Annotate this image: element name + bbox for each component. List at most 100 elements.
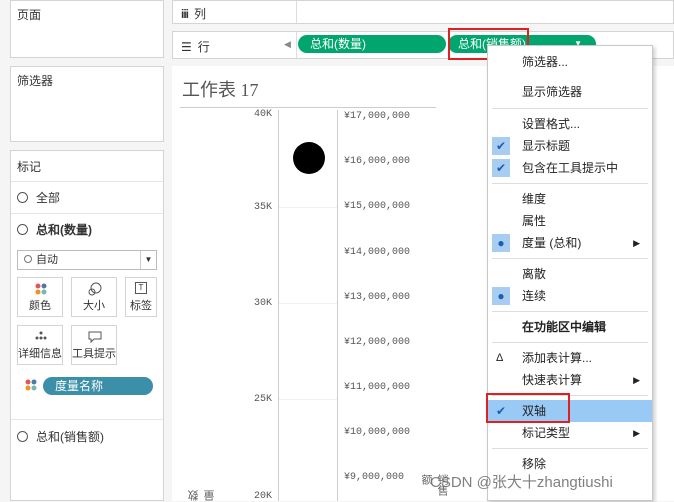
left-tick: 30K — [253, 298, 272, 309]
pages-panel: 页面 — [10, 0, 164, 58]
columns-shelf[interactable]: iii 列 — [172, 0, 674, 24]
submenu-arrow-icon: ▶ — [633, 375, 640, 385]
pane — [278, 110, 338, 501]
tooltip-label: 工具提示 — [72, 348, 116, 360]
rows-label: ☰ 行 — [181, 38, 210, 55]
submenu-arrow-icon: ▶ — [633, 428, 640, 438]
color-label: 颜色 — [29, 300, 51, 312]
data-point[interactable] — [293, 142, 325, 174]
menu-filter[interactable]: 筛选器... — [488, 51, 652, 73]
marks-all-label: 全部 — [36, 191, 61, 205]
menu-show-filter-label: 显示筛选器 — [522, 85, 583, 99]
check-icon: ✔ — [492, 159, 510, 177]
right-tick: ¥14,000,000 — [344, 247, 411, 258]
radio-icon — [17, 431, 28, 442]
marks-panel: 标记 全部 总和(数量) 自动 ▼ 颜色 大小 T 标签 详细信息 工具提示 度… — [10, 150, 164, 501]
menu-attribute-label: 属性 — [522, 214, 547, 228]
menu-quick-table-calc-label: 快速表计算 — [522, 373, 583, 387]
right-tick: ¥9,000,000 — [344, 472, 405, 483]
watermark: CSDN @张大十zhangtiushi — [430, 474, 613, 491]
right-tick: ¥17,000,000 — [344, 111, 411, 122]
drop-arrow-icon: ◀ — [284, 39, 291, 49]
rows-text: 行 — [197, 40, 210, 54]
gridline — [279, 207, 337, 208]
menu-add-table-calc[interactable]: Δ 添加表计算... — [488, 347, 652, 369]
menu-dimension[interactable]: 维度 — [488, 188, 652, 210]
columns-icon: iii — [181, 6, 189, 21]
circle-icon — [24, 255, 32, 263]
detail-button[interactable]: 详细信息 — [17, 325, 63, 365]
menu-format[interactable]: 设置格式... — [488, 113, 652, 135]
mark-type-dropdown[interactable]: 自动 ▼ — [17, 250, 157, 270]
bullet-icon: ● — [492, 234, 510, 252]
columns-text: 列 — [194, 7, 207, 21]
menu-edit-in-shelf[interactable]: 在功能区中编辑 — [488, 316, 652, 338]
marks-tab-all[interactable]: 全部 — [11, 181, 163, 213]
menu-edit-in-shelf-label: 在功能区中编辑 — [522, 320, 607, 334]
menu-show-header[interactable]: ✔ 显示标题 — [488, 135, 652, 157]
menu-discrete-label: 离散 — [522, 267, 547, 281]
marks-tab-sales[interactable]: 总和(销售额) — [11, 419, 163, 453]
menu-separator — [492, 448, 648, 449]
pill-sum-quantity[interactable]: 总和(数量) — [298, 35, 446, 53]
tooltip-button[interactable]: 工具提示 — [71, 325, 117, 365]
gridline — [279, 303, 337, 304]
label-icon: T — [135, 282, 147, 294]
right-tick: ¥12,000,000 — [344, 337, 411, 348]
menu-separator — [492, 311, 648, 312]
menu-attribute[interactable]: 属性 — [488, 210, 652, 232]
mark-type-label: 自动 — [36, 254, 58, 266]
pages-title: 页面 — [17, 8, 42, 22]
menu-separator — [492, 108, 648, 109]
menu-dimension-label: 维度 — [522, 192, 547, 206]
right-tick: ¥13,000,000 — [344, 292, 411, 303]
filters-title: 筛选器 — [17, 74, 54, 88]
right-tick: ¥16,000,000 — [344, 156, 411, 167]
left-tick: 25K — [253, 394, 272, 405]
menu-format-label: 设置格式... — [522, 117, 581, 131]
title-underline — [180, 107, 436, 108]
menu-separator — [492, 258, 648, 259]
size-button[interactable]: 大小 — [71, 277, 117, 317]
columns-label: iii 列 — [181, 5, 206, 22]
size-label: 大小 — [83, 300, 105, 312]
marks-tab-quantity[interactable]: 总和(数量) — [11, 213, 163, 245]
rows-divider — [296, 32, 297, 58]
menu-include-tooltip-label: 包含在工具提示中 — [522, 161, 619, 175]
rows-icon: ☰ — [181, 39, 192, 54]
menu-mark-type[interactable]: 标记类型 ▶ — [488, 422, 652, 444]
right-tick: ¥10,000,000 — [344, 427, 411, 438]
menu-measure[interactable]: ● 度量 (总和) ▶ — [488, 232, 652, 254]
left-tick: 40K — [253, 109, 272, 120]
label-button[interactable]: T 标签 — [125, 277, 157, 317]
columns-divider — [296, 1, 297, 23]
menu-show-header-label: 显示标题 — [522, 139, 571, 153]
right-tick: ¥15,000,000 — [344, 201, 411, 212]
menu-discrete[interactable]: 离散 — [488, 263, 652, 285]
menu-quick-table-calc[interactable]: 快速表计算 ▶ — [488, 369, 652, 391]
menu-show-filter[interactable]: 显示筛选器 — [488, 81, 652, 103]
menu-add-table-calc-label: 添加表计算... — [522, 351, 593, 365]
tooltip-icon — [88, 331, 102, 346]
chevron-down-icon: ▼ — [140, 251, 156, 269]
highlight-box-dual-axis — [486, 393, 570, 423]
measure-names-pill[interactable]: 度量名称 — [43, 377, 153, 395]
menu-continuous[interactable]: ● 连续 — [488, 285, 652, 307]
sheet-title: 工作表 17 — [182, 80, 259, 100]
menu-include-tooltip[interactable]: ✔ 包含在工具提示中 — [488, 157, 652, 179]
marks-quantity-label: 总和(数量) — [36, 223, 92, 237]
left-tick: 35K — [253, 202, 272, 213]
menu-continuous-label: 连续 — [522, 289, 547, 303]
measure-names-color-icon — [25, 379, 37, 394]
gridline — [279, 399, 337, 400]
color-button[interactable]: 颜色 — [17, 277, 63, 317]
submenu-arrow-icon: ▶ — [633, 238, 640, 248]
marks-sales-label: 总和(销售额) — [36, 430, 104, 444]
menu-remove-label: 移除 — [522, 457, 547, 471]
color-icon — [35, 283, 47, 295]
marks-title: 标记 — [17, 160, 42, 174]
delta-icon: Δ — [496, 352, 504, 364]
menu-separator — [492, 342, 648, 343]
right-tick: ¥11,000,000 — [344, 382, 411, 393]
filters-panel: 筛选器 — [10, 66, 164, 142]
